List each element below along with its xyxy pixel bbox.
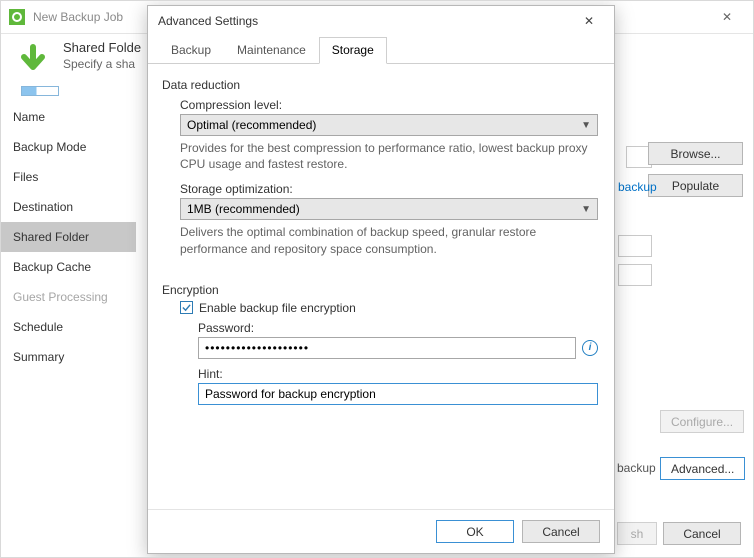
populate-button[interactable]: Populate <box>648 174 743 197</box>
chevron-down-icon: ▼ <box>581 204 591 215</box>
legend-encryption: Encryption <box>162 283 219 297</box>
nav-destination[interactable]: Destination <box>1 192 136 222</box>
header-line2: Specify a sha <box>63 57 141 71</box>
wizard-footer: sh Cancel <box>617 522 741 545</box>
compression-help: Provides for the best compression to per… <box>180 140 598 172</box>
compression-label: Compression level: <box>180 98 598 112</box>
enable-encryption-label: Enable backup file encryption <box>199 301 356 315</box>
nav-backup-mode[interactable]: Backup Mode <box>1 132 136 162</box>
compression-select[interactable]: Optimal (recommended) ▼ <box>180 114 598 136</box>
backup-label: backup <box>617 461 656 475</box>
hint-label: Hint: <box>198 367 598 381</box>
tab-backup[interactable]: Backup <box>158 37 224 64</box>
cancel-button[interactable]: Cancel <box>522 520 600 543</box>
dialog-title: Advanced Settings <box>158 14 574 28</box>
nav-name[interactable]: Name <box>1 102 136 132</box>
dialog-footer: OK Cancel <box>148 509 614 553</box>
header-line1: Shared Folde <box>63 40 141 55</box>
dialog-close-icon[interactable]: ✕ <box>574 14 604 28</box>
hint-input[interactable] <box>198 383 598 405</box>
nav-schedule[interactable]: Schedule <box>1 312 136 342</box>
storage-opt-label: Storage optimization: <box>180 182 598 196</box>
close-icon[interactable]: ✕ <box>709 10 745 24</box>
password-input[interactable] <box>198 337 576 359</box>
group-data-reduction: Data reduction Compression level: Optima… <box>162 78 598 267</box>
tab-storage[interactable]: Storage <box>319 37 387 64</box>
nav-summary[interactable]: Summary <box>1 342 136 372</box>
configure-button: Configure... <box>660 410 744 433</box>
dialog-titlebar: Advanced Settings ✕ <box>148 6 614 36</box>
nav-files[interactable]: Files <box>1 162 136 192</box>
app-icon <box>9 9 25 25</box>
browse-button[interactable]: Browse... <box>648 142 743 165</box>
storage-opt-select[interactable]: 1MB (recommended) ▼ <box>180 198 598 220</box>
wizard-nav: Name Backup Mode Files Destination Share… <box>1 96 136 378</box>
legend-data-reduction: Data reduction <box>162 78 240 92</box>
chevron-down-icon: ▼ <box>581 120 591 131</box>
progress-icon <box>21 86 59 96</box>
field-1[interactable] <box>618 235 652 257</box>
ok-button[interactable]: OK <box>436 520 514 543</box>
tab-maintenance[interactable]: Maintenance <box>224 37 319 64</box>
download-arrow-icon <box>13 40 53 80</box>
advanced-button[interactable]: Advanced... <box>660 457 745 480</box>
nav-backup-cache[interactable]: Backup Cache <box>1 252 136 282</box>
enable-encryption-checkbox[interactable]: Enable backup file encryption <box>180 301 598 315</box>
storage-opt-value: 1MB (recommended) <box>187 202 300 216</box>
backup-link[interactable]: backup <box>618 180 657 194</box>
compression-value: Optimal (recommended) <box>187 118 316 132</box>
checkbox-icon <box>180 301 193 314</box>
advanced-settings-dialog: Advanced Settings ✕ Backup Maintenance S… <box>147 5 615 554</box>
cancel-button-wizard[interactable]: Cancel <box>663 522 741 545</box>
dialog-tabs: Backup Maintenance Storage <box>148 36 614 64</box>
nav-guest-processing[interactable]: Guest Processing <box>1 282 136 312</box>
nav-shared-folder[interactable]: Shared Folder <box>1 222 136 252</box>
password-label: Password: <box>198 321 598 335</box>
tab-panel-storage: Data reduction Compression level: Optima… <box>148 64 614 509</box>
finish-button: sh <box>617 522 657 545</box>
info-icon[interactable]: i <box>582 340 598 356</box>
storage-opt-help: Delivers the optimal combination of back… <box>180 224 598 256</box>
app-window: New Backup Job ✕ Shared Folde Specify a … <box>0 0 754 558</box>
group-encryption: Encryption Enable backup file encryption… <box>162 283 598 405</box>
field-2[interactable] <box>618 264 652 286</box>
